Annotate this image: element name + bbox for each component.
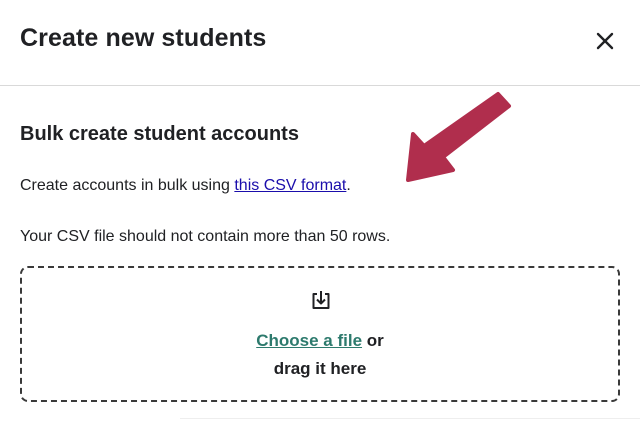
bulk-section-title: Bulk create student accounts: [20, 123, 299, 145]
file-dropzone[interactable]: Choose a file or drag it here: [20, 266, 620, 402]
bulk-description: Create accounts in bulk using this CSV f…: [20, 177, 351, 195]
close-button[interactable]: [589, 25, 621, 57]
dialog-header: Create new students: [0, 0, 640, 86]
choose-file-link[interactable]: Choose a file: [256, 331, 362, 350]
rows-limit-note: Your CSV file should not contain more th…: [20, 228, 391, 245]
choose-file-line: Choose a file or: [22, 331, 618, 351]
description-suffix: .: [346, 177, 351, 194]
description-prefix: Create accounts in bulk using: [20, 177, 235, 194]
divider: [180, 418, 640, 419]
dialog-title: Create new students: [20, 24, 267, 52]
close-icon: [596, 32, 614, 50]
upload-icon: [312, 291, 330, 309]
drag-instruction: drag it here: [273, 359, 367, 378]
csv-format-link[interactable]: this CSV format: [234, 177, 346, 194]
or-label: or: [362, 331, 384, 350]
